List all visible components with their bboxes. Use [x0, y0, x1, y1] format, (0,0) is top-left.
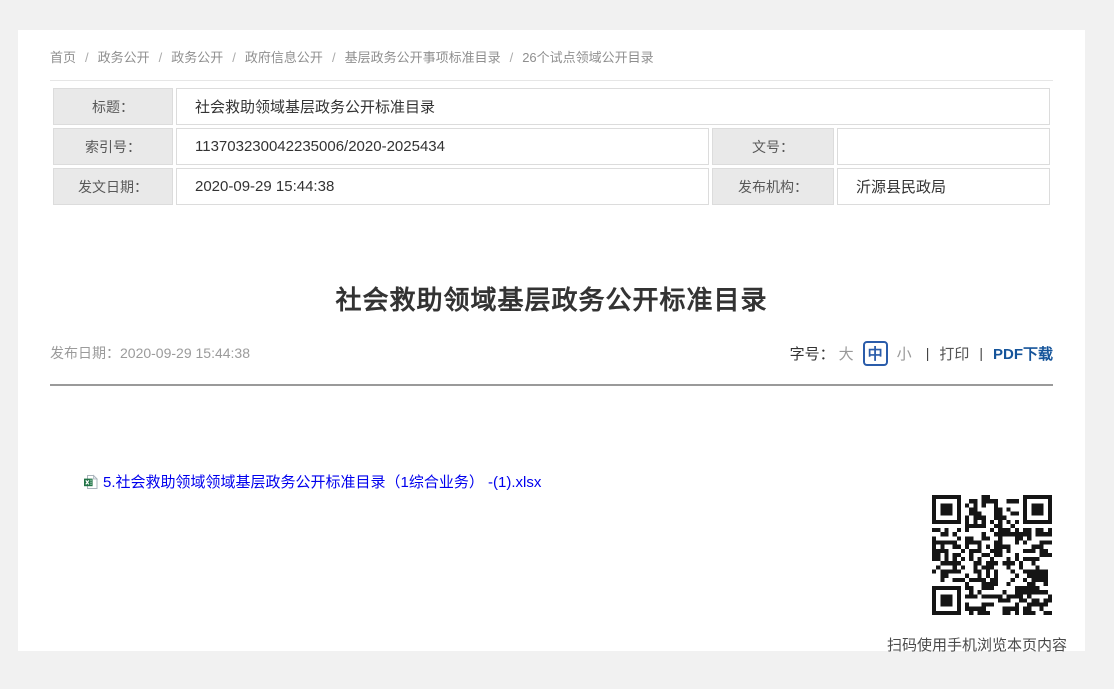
tools-pipe: | [979, 345, 983, 361]
breadcrumb-separator: / [332, 50, 336, 65]
tools-pipe: | [926, 345, 930, 361]
meta-agency-label: 发布机构： [712, 168, 834, 205]
meta-docnum-value [837, 128, 1050, 165]
breadcrumb-item-zwgk-1[interactable]: 政务公开 [98, 50, 150, 65]
qr-code [932, 495, 1052, 615]
meta-index-label: 索引号： [53, 128, 173, 165]
article-tools: 字号： 大 中 小 | 打印 | PDF下载 [790, 341, 1053, 366]
article-divider [50, 384, 1053, 386]
breadcrumb-item-zwgk-2[interactable]: 政务公开 [171, 50, 223, 65]
publish-date-value: 2020-09-29 15:44:38 [120, 345, 250, 361]
attachment-row: 5.社会救助领域领域基层政务公开标准目录（1综合业务） -(1).xlsx [83, 471, 1053, 492]
document-meta-table: 标题： 社会救助领域基层政务公开标准目录 索引号： 11370323004223… [50, 85, 1053, 208]
pdf-download-button[interactable]: PDF下载 [993, 343, 1053, 364]
meta-date-value: 2020-09-29 15:44:38 [176, 168, 709, 205]
breadcrumb-item-standard-catalog[interactable]: 基层政务公开事项标准目录 [345, 50, 501, 65]
fontsize-label: 字号： [790, 343, 835, 364]
excel-file-icon [83, 474, 99, 490]
article-meta-row: 发布日期：2020-09-29 15:44:38 字号： 大 中 小 | 打印 … [50, 338, 1053, 368]
meta-docnum-label: 文号： [712, 128, 834, 165]
breadcrumb-separator: / [510, 50, 514, 65]
meta-agency-value: 沂源县民政局 [837, 168, 1050, 205]
table-row: 标题： 社会救助领域基层政务公开标准目录 [53, 88, 1050, 125]
breadcrumb-separator: / [85, 50, 89, 65]
publish-date: 发布日期：2020-09-29 15:44:38 [50, 343, 250, 363]
table-row: 索引号： 113703230042235006/2020-2025434 文号： [53, 128, 1050, 165]
breadcrumb-item-pilot-catalog[interactable]: 26个试点领域公开目录 [522, 50, 653, 65]
print-button[interactable]: 打印 [939, 343, 969, 364]
fontsize-large-button[interactable]: 大 [839, 343, 854, 364]
meta-title-value: 社会救助领域基层政务公开标准目录 [176, 88, 1050, 125]
breadcrumb-item-gov-info[interactable]: 政府信息公开 [245, 50, 323, 65]
attachment-link[interactable]: 5.社会救助领域领域基层政务公开标准目录（1综合业务） -(1).xlsx [103, 471, 541, 492]
meta-index-value: 113703230042235006/2020-2025434 [176, 128, 709, 165]
breadcrumb: 首页 / 政务公开 / 政务公开 / 政府信息公开 / 基层政务公开事项标准目录 / 26个试点领域… [50, 48, 1053, 68]
qr-block: 扫码使用手机浏览本页内容 [887, 495, 1067, 655]
meta-date-label: 发文日期： [53, 168, 173, 205]
meta-title-label: 标题： [53, 88, 173, 125]
qr-caption: 扫码使用手机浏览本页内容 [887, 634, 1067, 655]
publish-date-label: 发布日期： [50, 345, 120, 361]
fontsize-medium-button[interactable]: 中 [863, 341, 888, 366]
page-title: 社会救助领域基层政务公开标准目录 [50, 282, 1053, 318]
breadcrumb-divider [50, 80, 1053, 81]
fontsize-small-button[interactable]: 小 [897, 343, 912, 364]
breadcrumb-item-home[interactable]: 首页 [50, 50, 76, 65]
breadcrumb-separator: / [232, 50, 236, 65]
table-row: 发文日期： 2020-09-29 15:44:38 发布机构： 沂源县民政局 [53, 168, 1050, 205]
breadcrumb-separator: / [159, 50, 163, 65]
content-panel: 首页 / 政务公开 / 政务公开 / 政府信息公开 / 基层政务公开事项标准目录 / 26个试点领域… [18, 30, 1085, 651]
